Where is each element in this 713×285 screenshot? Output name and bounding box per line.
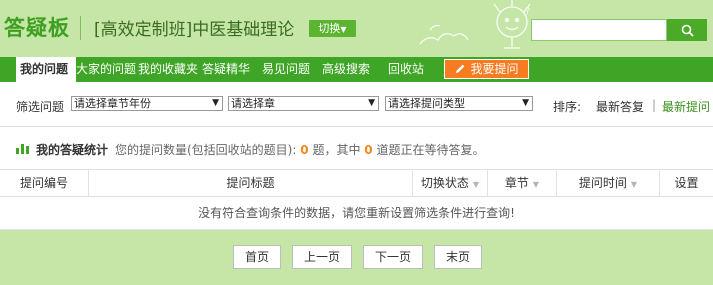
decorative-doodle-illustration: ? [419, 0, 531, 49]
sort-caret-icon: ▼ [630, 180, 638, 189]
nav-advanced-search[interactable]: 高级搜索 [322, 57, 370, 82]
sort-label: 排序: [553, 100, 582, 114]
dropdown-arrow-icon: ▼ [522, 98, 529, 108]
stats-summary: 您的提问数量(包括回收站的题目): 0 题，其中 0 道题正在等待答复。 [115, 141, 484, 158]
empty-table-message: 没有符合查询条件的数据，请您重新设置筛选条件进行查询! [0, 197, 713, 230]
header-divider [80, 16, 81, 40]
ask-question-button[interactable]: 我要提问 [444, 59, 529, 79]
switch-course-button[interactable]: 切换▼ [309, 20, 356, 37]
filter-label: 筛选问题 [16, 100, 65, 114]
nav-recycle-bin[interactable]: 回收站 [388, 57, 424, 82]
next-page-button[interactable]: 下一页 [363, 245, 423, 269]
caret-down-icon: ▼ [340, 25, 347, 34]
search-icon [681, 24, 694, 37]
first-page-button[interactable]: 首页 [233, 245, 281, 269]
app-logo[interactable]: 答疑板 [4, 12, 70, 42]
main-nav: 我的问题 大家的问题 我的收藏夹 答疑精华 易见问题 高级搜索 回收站 我要提问 [0, 57, 713, 82]
stats-total-count: 0 [300, 143, 309, 157]
column-header-chapter[interactable]: 章节 ▼ [488, 170, 557, 197]
stats-title: 我的答疑统计 [36, 143, 109, 157]
column-header-id: 提问编号 [0, 170, 89, 197]
prev-page-button[interactable]: 上一页 [292, 245, 352, 269]
search-input[interactable] [531, 19, 667, 41]
sort-latest-answer[interactable]: 最新答复 [596, 98, 644, 115]
column-header-chapter-label: 章节 [504, 176, 529, 190]
header: 答疑板 [高效定制班]中医基础理论 切换▼ ? [0, 0, 713, 57]
nav-common-questions[interactable]: 易见问题 [262, 57, 310, 82]
switch-course-label: 切换 [318, 22, 341, 35]
column-header-status-label: 切换状态 [420, 176, 469, 190]
filter-bar: 筛选问题 请选择章节年份 ▼ 请选择章 ▼ 请选择提问类型 ▼ 排序: 最新答复 | … [0, 82, 713, 127]
bar-chart-icon [16, 144, 29, 154]
stats-text-middle: 题，其中 [312, 143, 361, 157]
stats-text-after: 道题正在等待答复。 [376, 143, 485, 157]
chapter-select[interactable]: 请选择章 ▼ [228, 96, 379, 111]
table-header: 提问编号 提问标题 切换状态 ▼ 章节 ▼ 提问时间 ▼ 设置 [0, 170, 713, 197]
nav-everyones-questions[interactable]: 大家的问题 [76, 57, 136, 82]
search-button[interactable] [667, 19, 707, 41]
pencil-icon [456, 64, 465, 73]
sort-caret-icon: ▼ [532, 180, 540, 189]
sort-caret-icon: ▼ [472, 180, 480, 189]
chapter-select-value: 请选择章 [231, 97, 275, 110]
nav-my-favorites[interactable]: 我的收藏夹 [138, 57, 198, 82]
column-header-settings: 设置 [674, 176, 699, 190]
sort-latest-question[interactable]: 最新提问 [662, 98, 710, 115]
question-type-select[interactable]: 请选择提问类型 ▼ [385, 96, 533, 111]
dropdown-arrow-icon: ▼ [368, 98, 375, 108]
column-header-time-label: 提问时间 [578, 176, 627, 190]
stats-text-before: 您的提问数量(包括回收站的题目): [115, 143, 297, 157]
nav-my-questions[interactable]: 我的问题 [16, 57, 76, 82]
ask-question-label: 我要提问 [470, 62, 519, 76]
stats-waiting-count: 0 [364, 143, 373, 157]
column-header-time[interactable]: 提问时间 ▼ [557, 170, 660, 197]
question-type-select-value: 请选择提问类型 [388, 97, 465, 110]
last-page-button[interactable]: 末页 [434, 245, 482, 269]
nav-qa-highlights[interactable]: 答疑精华 [202, 57, 250, 82]
svg-text:?: ? [525, 6, 530, 17]
dropdown-arrow-icon: ▼ [212, 98, 219, 108]
year-chapter-select-value: 请选择章节年份 [74, 97, 151, 110]
column-header-title: 提问标题 [89, 170, 413, 197]
stats-bar: 我的答疑统计 您的提问数量(包括回收站的题目): 0 题，其中 0 道题正在等待… [0, 128, 713, 170]
year-chapter-select[interactable]: 请选择章节年份 ▼ [71, 96, 223, 111]
pagination: 首页 上一页 下一页 末页 [0, 230, 713, 285]
course-title: [高效定制班]中医基础理论 [94, 20, 295, 40]
sort-separator: | [652, 98, 657, 112]
column-header-status[interactable]: 切换状态 ▼ [413, 170, 488, 197]
main-panel: 筛选问题 请选择章节年份 ▼ 请选择章 ▼ 请选择提问类型 ▼ 排序: 最新答复 | … [0, 82, 713, 230]
